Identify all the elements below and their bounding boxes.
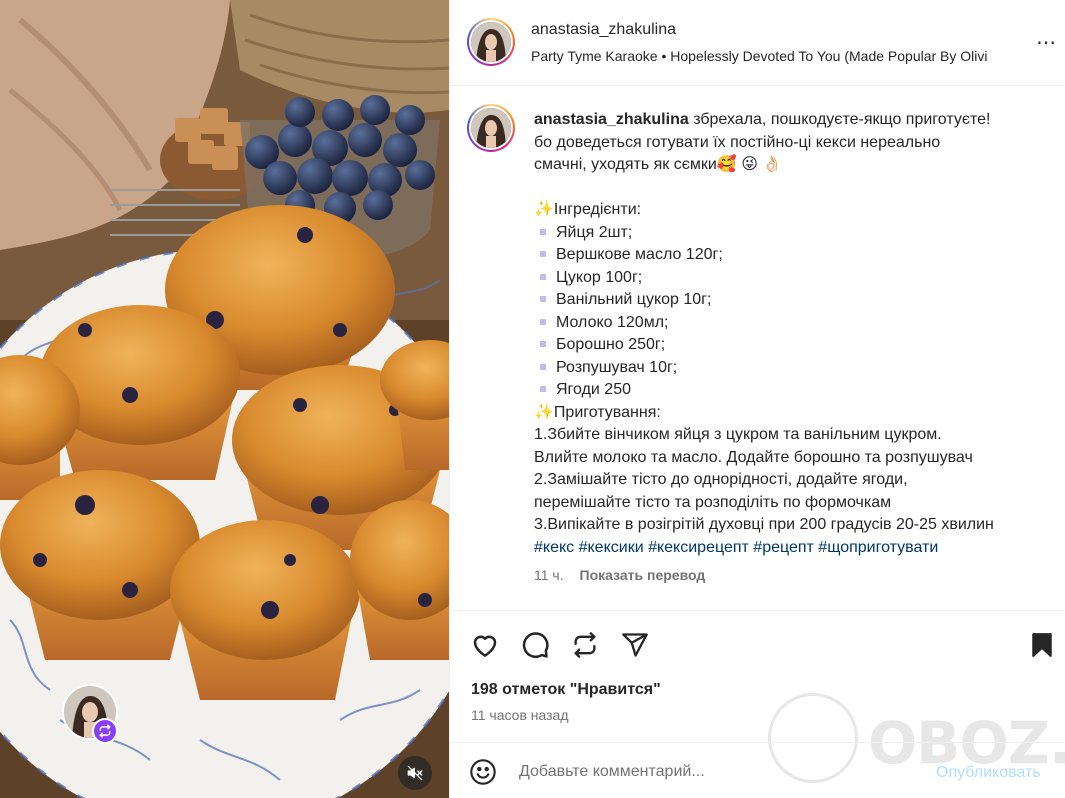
bookmark-icon [1032,633,1052,657]
share-icon [622,633,648,657]
likes-count[interactable]: 198 отметок "Нравится" [471,681,661,699]
ingredient-item: Розпушувач 10г; [534,357,1044,380]
show-translation-button[interactable]: Показать перевод [580,567,706,583]
step-line: 2.Замішайте тісто до однорідності, додай… [534,471,908,488]
repost-button[interactable] [569,629,601,661]
ingredient-item: Молоко 120мл; [534,312,1044,335]
step-line: Влийте молоко та масло. Додайте борошно … [534,448,973,466]
heart-icon [473,635,497,657]
comment-button[interactable] [519,629,551,661]
emoji-button[interactable] [469,758,497,786]
share-button[interactable] [619,629,651,661]
caption-meta: 11 ч. Показать перевод [534,567,705,583]
step-line: 3.Випікайте в розігрітій духовці при 200… [534,516,994,533]
repost-badge-icon[interactable] [92,718,118,744]
post-photo[interactable] [0,0,449,798]
caption-text: anastasia_zhakulina збрехала, пошкодуєте… [534,109,1044,559]
caption-author-avatar[interactable] [467,104,515,152]
hashtags[interactable]: #кекс #кексики #кексирецепт #рецепт #щоп… [534,537,1044,560]
audio-track[interactable]: Party Tyme Karaoke • Hopelessly Devoted … [531,48,1011,64]
ingredient-item: Борошно 250г; [534,334,1044,357]
ingredient-item: Ягоди 250 [534,379,1044,402]
post-details-panel: anastasia_zhakulina Party Tyme Karaoke •… [449,0,1065,798]
comment-input[interactable] [519,763,909,781]
avatar-image [471,108,511,148]
post-caption: anastasia_zhakulina збрехала, пошкодуєте… [467,104,1052,609]
muted-speaker-icon [407,765,423,781]
ingredient-item: Вершкове масло 120г; [534,244,1044,267]
repost-icon [574,632,596,658]
caption-username[interactable]: anastasia_zhakulina [534,111,689,128]
ingredients-heading: ✨Інгредієнти: [534,201,642,218]
step-line: перемішайте тісто та розподіліть по форм… [534,493,892,511]
ingredient-item: Яйця 2шт; [534,222,1044,245]
more-options-icon[interactable]: ⋯ [1036,30,1057,55]
post-header: anastasia_zhakulina Party Tyme Karaoke •… [450,0,1065,86]
caption-intro-line: збрехала, пошкодуєте-якщо приготуєте! [693,111,991,128]
steps-heading: ✨Приготування: [534,403,661,421]
comment-icon [522,632,549,658]
post-date[interactable]: 11 часов назад [471,707,569,723]
caption-intro-line: бо доведеться готувати їх постійно-ці ке… [534,133,941,151]
caption-time[interactable]: 11 ч. [534,567,564,583]
avatar-image [471,22,511,62]
like-button[interactable] [469,629,501,661]
publish-comment-button[interactable]: Опубликовать [936,764,1041,782]
muffins-photo [0,0,449,798]
comment-bar: Опубликовать [450,742,1065,798]
emoji-icon [470,759,496,785]
author-username[interactable]: anastasia_zhakulina [531,21,676,39]
caption-intro-line: смачні, уходять як сємки🥰 😜 👌🏻 [534,156,783,173]
save-button[interactable] [1026,629,1058,661]
mute-button[interactable] [398,756,432,790]
author-avatar[interactable] [467,18,515,66]
action-bar [450,610,1065,676]
ingredient-item: Ванільний цукор 10г; [534,289,1044,312]
step-line: 1.Збийте вінчиком яйця з цукром та ваніл… [534,426,942,443]
ingredient-item: Цукор 100г; [534,267,1044,290]
